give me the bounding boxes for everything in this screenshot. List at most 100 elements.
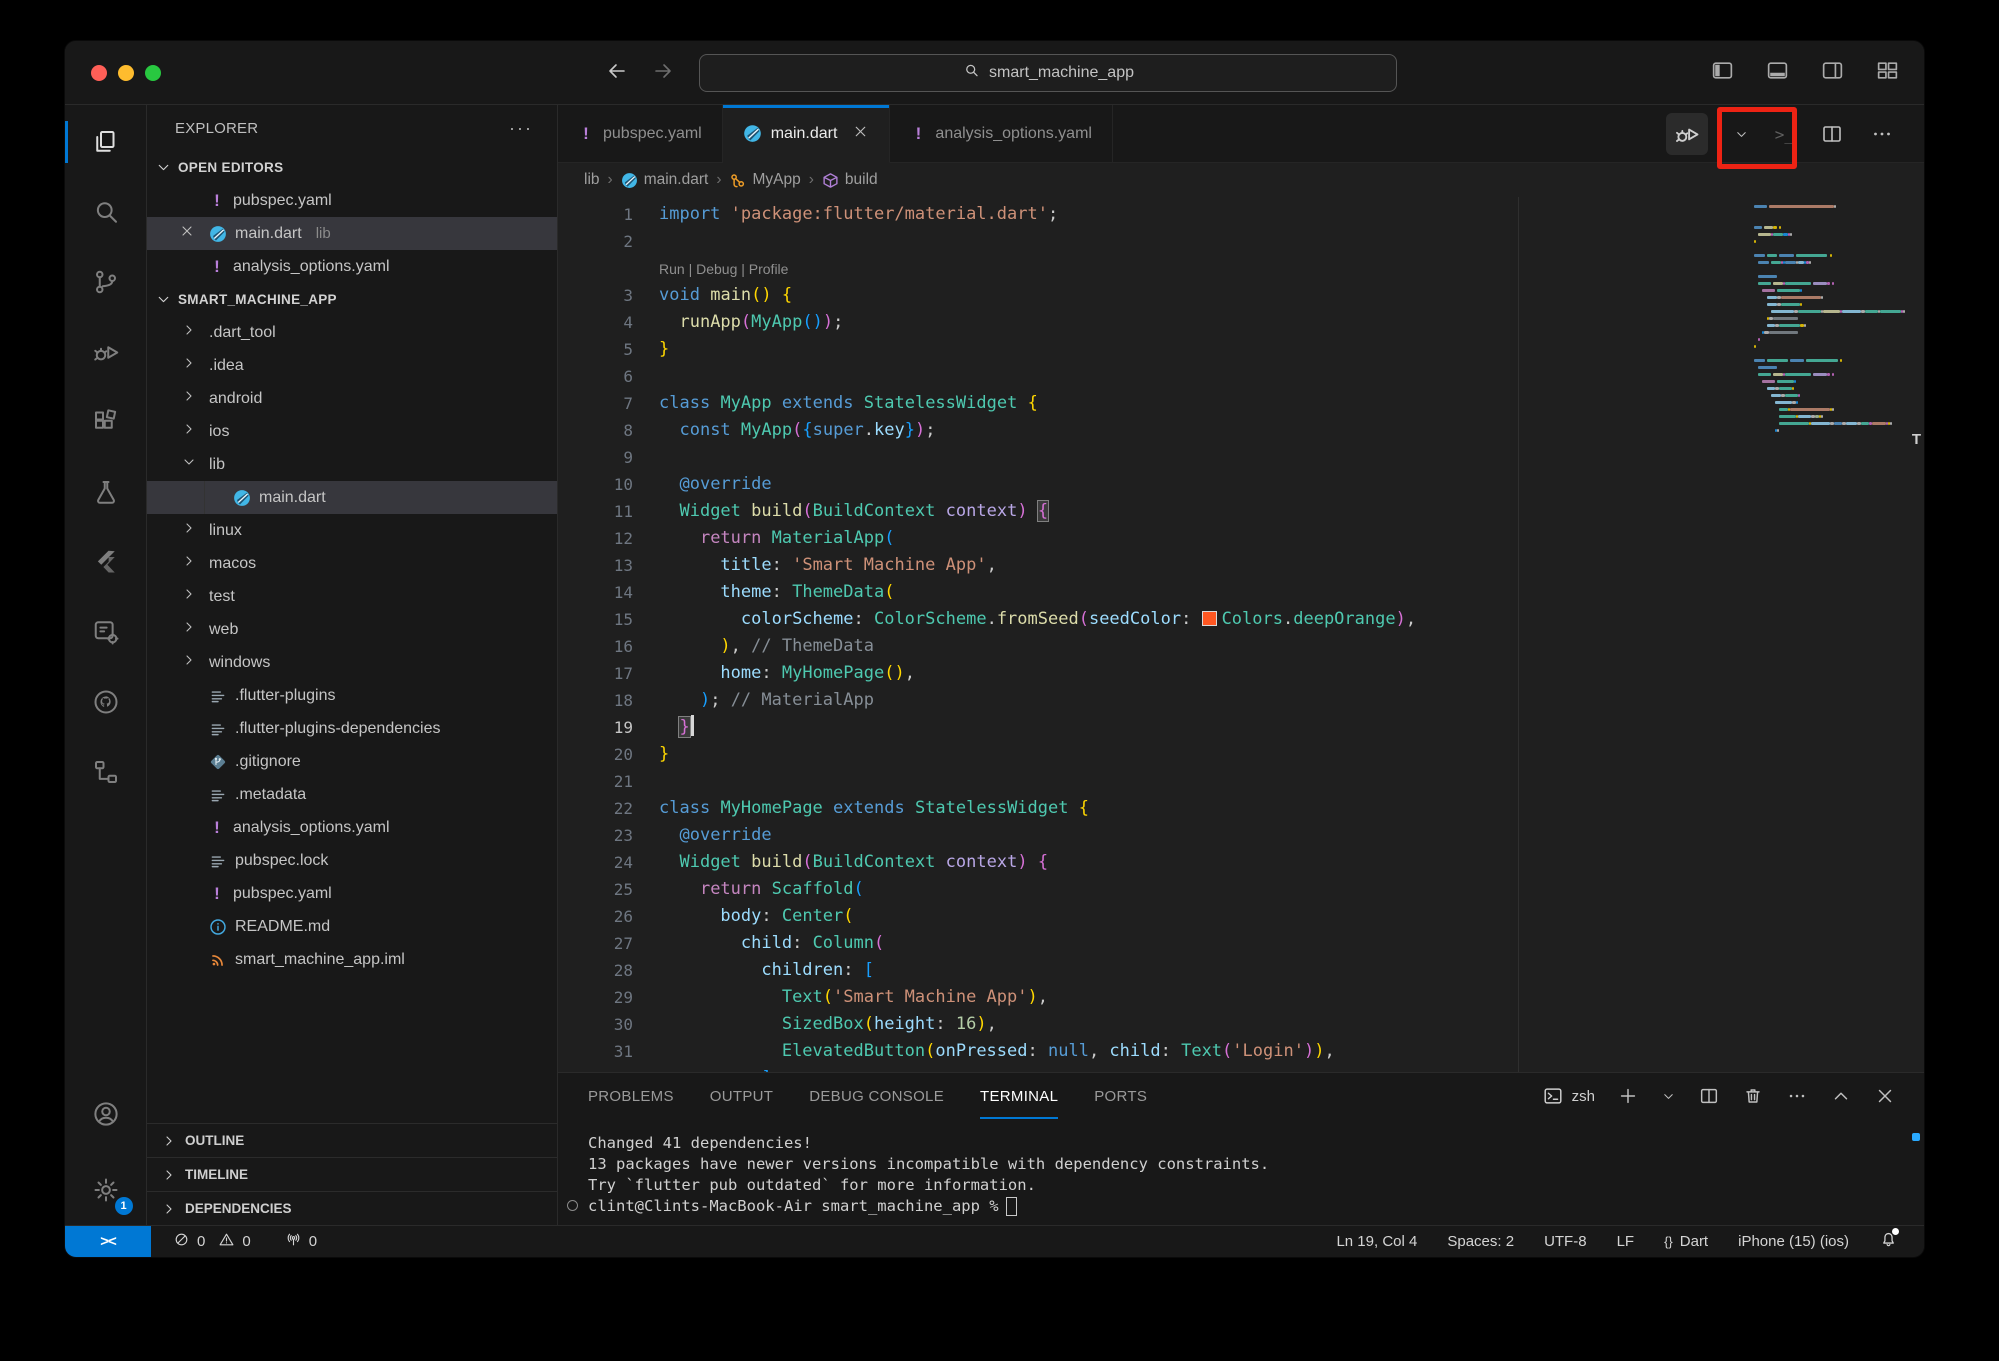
more-actions-icon[interactable]	[1786, 1085, 1808, 1107]
tree-item-.flutter-plugins[interactable]: .flutter-plugins	[147, 679, 557, 712]
tree-item-pubspec.lock[interactable]: pubspec.lock	[147, 844, 557, 877]
section-header-outline[interactable]: OUTLINE	[147, 1123, 557, 1157]
code-line[interactable]: 2	[558, 228, 1924, 255]
back-arrow-icon[interactable]	[605, 59, 629, 88]
activity-accounts[interactable]	[65, 1079, 147, 1149]
activity-source-control[interactable]	[65, 247, 147, 317]
ports-status[interactable]: 0	[285, 1231, 317, 1252]
status-language-mode[interactable]: {}Dart	[1664, 1233, 1708, 1250]
breadcrumb-item-build[interactable]: build	[822, 171, 878, 189]
activity-project-tools[interactable]	[65, 597, 147, 667]
maximize-panel-icon[interactable]	[1830, 1085, 1852, 1107]
tree-item-.flutter-plugins-dependencies[interactable]: .flutter-plugins-dependencies	[147, 712, 557, 745]
status-encoding[interactable]: UTF-8	[1544, 1233, 1587, 1250]
code-line[interactable]: 26 body: Center(	[558, 903, 1924, 930]
open-editor-main.dart[interactable]: main.dartlib	[147, 217, 557, 250]
tree-item-macos[interactable]: macos	[147, 547, 557, 580]
split-terminal-icon[interactable]	[1698, 1085, 1720, 1107]
minimize-window-button[interactable]	[118, 65, 134, 81]
panel-tab-terminal[interactable]: TERMINAL	[980, 1073, 1058, 1119]
code-line[interactable]: 9	[558, 444, 1924, 471]
code-line[interactable]: 30 SizedBox(height: 16),	[558, 1011, 1924, 1038]
tree-item-test[interactable]: test	[147, 580, 557, 613]
breadcrumb-item-main.dart[interactable]: main.dart	[621, 171, 709, 189]
code-line[interactable]: 29 Text('Smart Machine App'),	[558, 984, 1924, 1011]
tree-item-windows[interactable]: windows	[147, 646, 557, 679]
color-swatch[interactable]	[1202, 611, 1217, 626]
code-line[interactable]: 22class MyHomePage extends StatelessWidg…	[558, 795, 1924, 822]
tree-item-.gitignore[interactable]: .gitignore	[147, 745, 557, 778]
status-indentation[interactable]: Spaces: 2	[1447, 1233, 1514, 1250]
status-device-selector[interactable]: iPhone (15) (ios)	[1738, 1233, 1849, 1250]
layout-sidebar-right-icon[interactable]	[1820, 58, 1845, 83]
code-line[interactable]: 24 Widget build(BuildContext context) {	[558, 849, 1924, 876]
command-center-search[interactable]: smart_machine_app	[699, 54, 1397, 92]
activity-flutter[interactable]	[65, 527, 147, 597]
tab-main.dart[interactable]: main.dart	[723, 105, 891, 163]
tree-item-analysis_options.yaml[interactable]: !analysis_options.yaml	[147, 811, 557, 844]
breadcrumb-item-lib[interactable]: lib	[584, 171, 600, 189]
panel-tab-ports[interactable]: PORTS	[1094, 1073, 1147, 1119]
status-cursor-position[interactable]: Ln 19, Col 4	[1336, 1233, 1417, 1250]
section-header-timeline[interactable]: TIMELINE	[147, 1157, 557, 1191]
tab-pubspec.yaml[interactable]: !pubspec.yaml	[558, 105, 723, 162]
terminal-output[interactable]: Changed 41 dependencies!13 packages have…	[558, 1119, 1924, 1217]
close-panel-icon[interactable]	[1874, 1085, 1896, 1107]
code-line[interactable]: 27 child: Column(	[558, 930, 1924, 957]
run-debug-button[interactable]	[1666, 113, 1708, 155]
code-line[interactable]: 17 home: MyHomePage(),	[558, 660, 1924, 687]
activity-run-and-debug[interactable]	[65, 317, 147, 387]
code-line[interactable]: 15 colorScheme: ColorScheme.fromSeed(see…	[558, 606, 1924, 633]
code-line[interactable]: 7class MyApp extends StatelessWidget {	[558, 390, 1924, 417]
more-actions-icon[interactable]	[1870, 122, 1894, 146]
tree-item-android[interactable]: android	[147, 382, 557, 415]
layout-customize-icon[interactable]	[1875, 58, 1900, 83]
tree-item-README.md[interactable]: README.md	[147, 910, 557, 943]
code-line[interactable]: 14 theme: ThemeData(	[558, 579, 1924, 606]
code-line[interactable]: 18 ); // MaterialApp	[558, 687, 1924, 714]
close-icon[interactable]	[852, 123, 869, 140]
code-line[interactable]: 6	[558, 363, 1924, 390]
code-line[interactable]: 3void main() {	[558, 282, 1924, 309]
code-line[interactable]: 4 runApp(MyApp());	[558, 309, 1924, 336]
breadcrumb-item-MyApp[interactable]: MyApp	[729, 171, 800, 189]
code-line[interactable]: 1import 'package:flutter/material.dart';	[558, 201, 1924, 228]
tree-item-ios[interactable]: ios	[147, 415, 557, 448]
code-line[interactable]: 28 children: [	[558, 957, 1924, 984]
activity-search[interactable]	[65, 177, 147, 247]
activity-extensions[interactable]	[65, 387, 147, 457]
minimap[interactable]	[1754, 205, 1906, 436]
code-line[interactable]: 25 return Scaffold(	[558, 876, 1924, 903]
panel-tab-problems[interactable]: PROBLEMS	[588, 1073, 674, 1119]
tree-item-web[interactable]: web	[147, 613, 557, 646]
code-line[interactable]: 12 return MaterialApp(	[558, 525, 1924, 552]
layout-sidebar-left-icon[interactable]	[1710, 58, 1735, 83]
open-editor-analysis_options.yaml[interactable]: !analysis_options.yaml	[147, 250, 557, 283]
tree-item-.metadata[interactable]: .metadata	[147, 778, 557, 811]
panel-tab-debug-console[interactable]: DEBUG CONSOLE	[809, 1073, 944, 1119]
close-window-button[interactable]	[91, 65, 107, 81]
code-editor[interactable]: 1import 'package:flutter/material.dart';…	[558, 197, 1924, 1072]
close-icon[interactable]	[179, 223, 195, 239]
forward-arrow-icon[interactable]	[651, 59, 675, 88]
tab-analysis_options.yaml[interactable]: !analysis_options.yaml	[890, 105, 1113, 162]
codelens[interactable]: Run | Debug | Profile	[558, 255, 1924, 282]
code-line[interactable]: 32 ],	[558, 1065, 1924, 1072]
open-editor-pubspec.yaml[interactable]: !pubspec.yaml	[147, 184, 557, 217]
code-line[interactable]: 16 ), // ThemeData	[558, 633, 1924, 660]
code-line[interactable]: 11 Widget build(BuildContext context) {	[558, 498, 1924, 525]
tree-item-.dart_tool[interactable]: .dart_tool	[147, 316, 557, 349]
new-terminal-icon[interactable]	[1617, 1085, 1639, 1107]
section-header-dependencies[interactable]: DEPENDENCIES	[147, 1191, 557, 1225]
activity-references[interactable]	[65, 737, 147, 807]
tree-item-.idea[interactable]: .idea	[147, 349, 557, 382]
layout-panel-icon[interactable]	[1765, 58, 1790, 83]
section-header-smart-machine-app[interactable]: SMART_MACHINE_APP	[147, 283, 557, 316]
code-line[interactable]: 20}	[558, 741, 1924, 768]
code-line[interactable]: 10 @override	[558, 471, 1924, 498]
activity-testing[interactable]	[65, 457, 147, 527]
split-editor-icon[interactable]	[1820, 122, 1844, 146]
section-header-open editors[interactable]: OPEN EDITORS	[147, 151, 557, 184]
code-line[interactable]: 19 }	[558, 714, 1924, 741]
code-line[interactable]: 21	[558, 768, 1924, 795]
